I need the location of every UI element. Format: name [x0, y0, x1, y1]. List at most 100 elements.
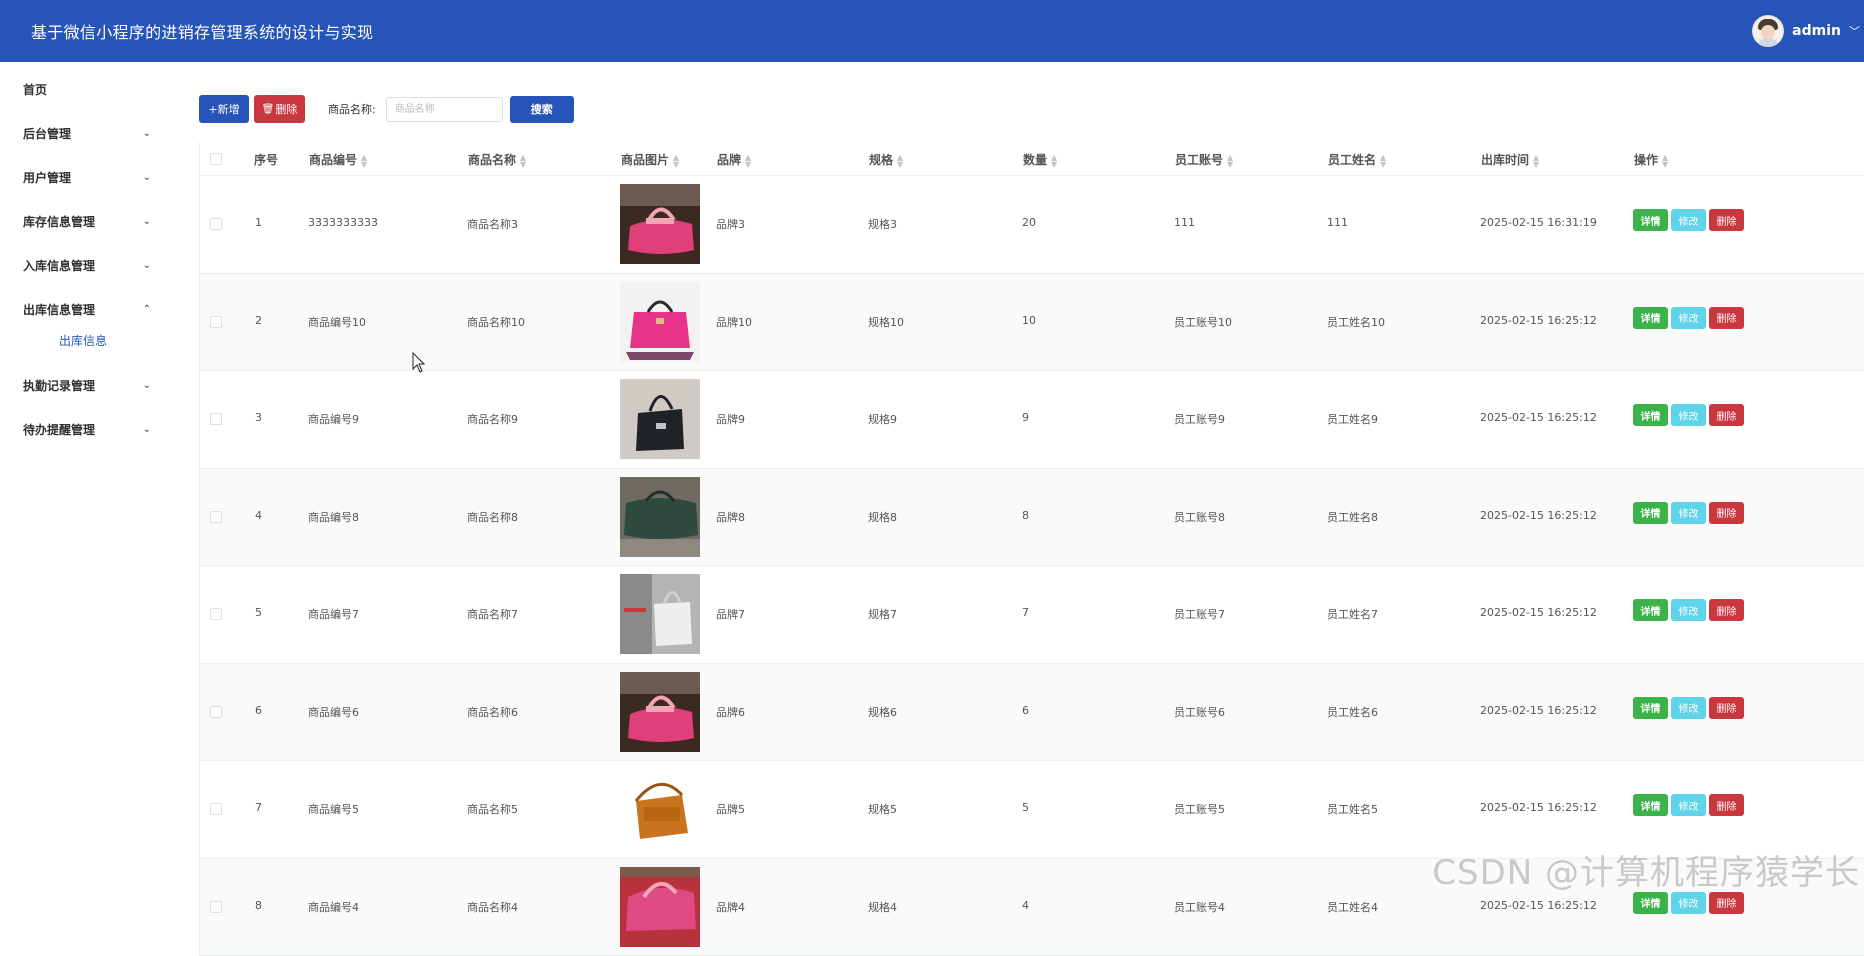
sidebar-item-duty[interactable]: 执勤记录管理 ⌄ [23, 375, 151, 395]
sidebar-subitem-outbound-info[interactable]: 出库信息 [59, 332, 107, 349]
sort-icon: ▲▼ [1533, 154, 1539, 168]
sidebar-item-inbound[interactable]: 入库信息管理 ⌄ [23, 255, 151, 275]
product-image[interactable] [620, 867, 700, 947]
search-input[interactable] [386, 97, 503, 122]
avatar[interactable] [1752, 15, 1784, 47]
row-checkbox[interactable] [210, 218, 222, 230]
cell-staff: 员工姓名5 [1327, 801, 1378, 817]
row-delete-button[interactable]: 删除 [1709, 697, 1744, 719]
username[interactable]: admin [1792, 23, 1841, 39]
product-image[interactable] [620, 282, 700, 362]
sidebar-item-todo[interactable]: 待办提醒管理 ⌄ [23, 419, 151, 439]
cell-name: 商品名称5 [467, 801, 518, 817]
row-delete-button[interactable]: 删除 [1709, 209, 1744, 231]
row-checkbox[interactable] [210, 706, 222, 718]
column-header[interactable]: 商品图片▲▼ [621, 151, 679, 168]
cell-code: 商品编号7 [308, 606, 359, 622]
column-header[interactable]: 员工姓名▲▼ [1328, 151, 1386, 168]
cell-brand: 品牌10 [716, 314, 752, 330]
product-image[interactable] [620, 184, 700, 264]
row-actions: 详情 修改 删除 [1633, 892, 1744, 914]
row-checkbox[interactable] [210, 413, 222, 425]
cell-spec: 规格6 [868, 704, 897, 720]
row-actions: 详情 修改 删除 [1633, 502, 1744, 524]
row-delete-button[interactable]: 删除 [1709, 892, 1744, 914]
search-button[interactable]: 搜索 [510, 96, 574, 123]
cell-time: 2025-02-15 16:25:12 [1480, 801, 1597, 814]
detail-button[interactable]: 详情 [1633, 307, 1668, 329]
detail-button[interactable]: 详情 [1633, 697, 1668, 719]
sidebar-item-inventory[interactable]: 库存信息管理 ⌄ [23, 211, 151, 231]
cell-index: 8 [255, 899, 262, 912]
cell-spec: 规格9 [868, 411, 897, 427]
product-image[interactable] [620, 769, 700, 849]
app-title: 基于微信小程序的进销存管理系统的设计与实现 [31, 19, 373, 43]
sidebar-item-outbound[interactable]: 出库信息管理 ⌃ [23, 299, 151, 319]
row-delete-button[interactable]: 删除 [1709, 599, 1744, 621]
edit-button[interactable]: 修改 [1671, 794, 1706, 816]
edit-button[interactable]: 修改 [1671, 502, 1706, 524]
delete-button[interactable]: 🗑删除 [254, 95, 305, 123]
cell-spec: 规格10 [868, 314, 904, 330]
cell-time: 2025-02-15 16:25:12 [1480, 899, 1597, 912]
cell-brand: 品牌6 [716, 704, 745, 720]
sidebar-item-users[interactable]: 用户管理 ⌄ [23, 167, 151, 187]
row-actions: 详情 修改 删除 [1633, 599, 1744, 621]
row-checkbox[interactable] [210, 608, 222, 620]
cell-brand: 品牌3 [716, 216, 745, 232]
data-table: 序号 商品编号▲▼ 商品名称▲▼ 商品图片▲▼ 品牌▲▼ 规格▲▼ 数量▲▼ 员… [199, 142, 1864, 956]
add-button[interactable]: +新增 [199, 95, 249, 123]
row-delete-button[interactable]: 删除 [1709, 794, 1744, 816]
trash-icon: 🗑 [262, 104, 275, 115]
column-header[interactable]: 商品编号▲▼ [309, 151, 367, 168]
table-row: 6商品编号6商品名称6品牌6规格66员工账号6员工姓名62025-02-15 1… [200, 664, 1864, 762]
cell-name: 商品名称3 [467, 216, 518, 232]
row-actions: 详情 修改 删除 [1633, 307, 1744, 329]
sidebar-item-home[interactable]: 首页 [23, 79, 151, 99]
sidebar-item-label: 待办提醒管理 [23, 421, 95, 438]
detail-button[interactable]: 详情 [1633, 404, 1668, 426]
cell-code: 商品编号6 [308, 704, 359, 720]
edit-button[interactable]: 修改 [1671, 404, 1706, 426]
column-header[interactable]: 出库时间▲▼ [1481, 151, 1539, 168]
product-image[interactable] [620, 672, 700, 752]
edit-button[interactable]: 修改 [1671, 892, 1706, 914]
edit-button[interactable]: 修改 [1671, 209, 1706, 231]
chevron-down-icon[interactable]: ﹀ [1849, 23, 1860, 39]
product-image[interactable] [620, 379, 700, 459]
column-header[interactable]: 员工账号▲▼ [1175, 151, 1233, 168]
table-row: 13333333333商品名称3品牌3规格3201111112025-02-15… [200, 176, 1864, 274]
row-delete-button[interactable]: 删除 [1709, 502, 1744, 524]
cell-account: 员工账号4 [1174, 899, 1225, 915]
select-all-checkbox[interactable] [210, 153, 222, 165]
detail-button[interactable]: 详情 [1633, 599, 1668, 621]
cell-staff: 员工姓名8 [1327, 509, 1378, 525]
sidebar-item-backend[interactable]: 后台管理 ⌄ [23, 123, 151, 143]
detail-button[interactable]: 详情 [1633, 892, 1668, 914]
row-delete-button[interactable]: 删除 [1709, 404, 1744, 426]
column-header[interactable]: 品牌▲▼ [717, 151, 751, 168]
cell-spec: 规格7 [868, 606, 897, 622]
product-image[interactable] [620, 574, 700, 654]
cell-account: 员工账号6 [1174, 704, 1225, 720]
product-image[interactable] [620, 477, 700, 557]
detail-button[interactable]: 详情 [1633, 502, 1668, 524]
edit-button[interactable]: 修改 [1671, 697, 1706, 719]
table-row: 4商品编号8商品名称8品牌8规格88员工账号8员工姓名82025-02-15 1… [200, 469, 1864, 567]
row-delete-button[interactable]: 删除 [1709, 307, 1744, 329]
detail-button[interactable]: 详情 [1633, 794, 1668, 816]
column-header[interactable]: 操作▲▼ [1634, 151, 1668, 168]
row-checkbox[interactable] [210, 803, 222, 815]
row-checkbox[interactable] [210, 901, 222, 913]
detail-button[interactable]: 详情 [1633, 209, 1668, 231]
cell-qty: 8 [1022, 509, 1029, 522]
edit-button[interactable]: 修改 [1671, 599, 1706, 621]
user-menu[interactable]: admin ﹀ [1752, 15, 1864, 47]
column-header[interactable]: 商品名称▲▼ [468, 151, 526, 168]
column-header[interactable]: 数量▲▼ [1023, 151, 1057, 168]
edit-button[interactable]: 修改 [1671, 307, 1706, 329]
row-checkbox[interactable] [210, 316, 222, 328]
row-checkbox[interactable] [210, 511, 222, 523]
row-actions: 详情 修改 删除 [1633, 794, 1744, 816]
column-header[interactable]: 规格▲▼ [869, 151, 903, 168]
